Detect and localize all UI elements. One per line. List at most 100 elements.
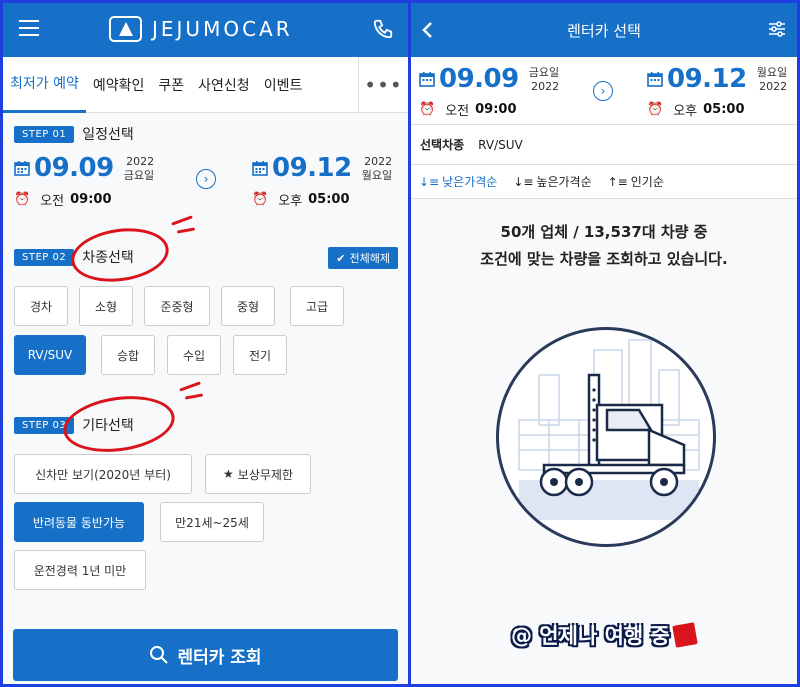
search-icon <box>150 646 169 664</box>
results-header: 렌터카 선택 <box>411 3 797 57</box>
results-end-ampm: 오후 <box>673 104 698 119</box>
start-date[interactable]: 09.09 2022 금요일 <box>14 153 154 183</box>
annotation-mark <box>179 381 201 392</box>
end-date-meta: 2022 월요일 <box>362 155 392 183</box>
car-type-electric[interactable]: 전기 <box>233 335 287 375</box>
selected-car-type-row: 선택차종 RV/SUV <box>411 125 797 165</box>
car-type-van[interactable]: 승합 <box>101 335 155 375</box>
selected-car-type-label: 선택차종 <box>420 138 465 152</box>
chevron-right-icon: › <box>593 81 613 101</box>
results-start-time-value: 09:00 <box>475 102 517 117</box>
annotation-mark <box>171 215 193 226</box>
start-date-meta: 2022 금요일 <box>124 155 154 183</box>
deselect-all-label: 전체해제 <box>349 252 390 265</box>
option-unlimited-insurance-label: 보상무제한 <box>237 467 293 482</box>
back-arrow-icon[interactable] <box>421 20 435 40</box>
results-start-date-value: 09.09 <box>439 64 519 94</box>
car-type-rv-suv[interactable]: RV/SUV <box>14 335 86 375</box>
results-start-year: 2022 <box>531 80 560 93</box>
start-time[interactable]: ⏰ 오전 09:00 <box>14 190 112 209</box>
start-date-value: 09.09 <box>34 153 114 183</box>
tab-coupon[interactable]: 쿠폰 <box>151 57 191 113</box>
search-rental-label: 렌터카 조회 <box>177 647 262 668</box>
check-icon: ✔ <box>336 251 346 265</box>
results-end-time-value: 05:00 <box>703 102 745 117</box>
results-panel: 렌터카 선택 09.09 금요일 2022 ⏰ 오전 09:00 › 09.12… <box>411 3 797 684</box>
results-end-date[interactable]: 09.12 월요일 2022 <box>647 64 787 94</box>
end-time-value: 05:00 <box>308 192 350 207</box>
loading-line-2: 조건에 맞는 차량을 조회하고 있습니다. <box>480 250 728 268</box>
option-new-cars-only[interactable]: 신차만 보기(2020년 부터) <box>14 454 192 494</box>
sort-popularity-icon: ↑≡ <box>607 174 628 189</box>
results-start-time[interactable]: ⏰ 오전 09:00 <box>419 100 517 119</box>
star-icon: ★ <box>223 467 234 481</box>
results-title: 렌터카 선택 <box>567 21 641 40</box>
annotation-mark <box>184 393 204 400</box>
annotation-circle <box>59 389 179 459</box>
tab-event[interactable]: 이벤트 <box>257 57 310 113</box>
car-type-semi-midsize[interactable]: 준중형 <box>144 286 210 326</box>
calendar-icon <box>647 72 663 87</box>
results-start-ampm: 오전 <box>445 104 470 119</box>
start-ampm: 오전 <box>40 194 65 209</box>
results-start-weekday: 금요일 <box>528 66 560 79</box>
filter-sliders-icon[interactable] <box>767 20 787 38</box>
calendar-icon <box>252 161 268 176</box>
car-type-midsize[interactable]: 중형 <box>221 286 275 326</box>
end-weekday: 월요일 <box>361 169 393 182</box>
sort-ascending-icon: ↓≡ <box>419 174 440 189</box>
end-ampm: 오후 <box>278 194 303 209</box>
car-type-luxury[interactable]: 고급 <box>290 286 344 326</box>
logo-mark-icon <box>109 16 142 42</box>
more-tabs-button[interactable]: ••• <box>358 57 408 113</box>
car-type-import[interactable]: 수입 <box>167 335 221 375</box>
option-driving-under-1yr[interactable]: 운전경력 1년 미만 <box>14 550 146 590</box>
sort-low-price[interactable]: ↓≡ 낮은가격순 <box>419 173 497 190</box>
end-time[interactable]: ⏰ 오후 05:00 <box>252 190 350 209</box>
results-end-time[interactable]: ⏰ 오후 05:00 <box>647 100 745 119</box>
end-year: 2022 <box>364 155 393 168</box>
results-end-weekday: 월요일 <box>756 66 788 79</box>
phone-icon[interactable] <box>372 18 394 40</box>
results-end-meta: 월요일 2022 <box>757 66 787 94</box>
brand-name: JEJUMOCAR <box>152 17 293 41</box>
sort-low-price-label: 낮은가격순 <box>442 175 498 189</box>
option-unlimited-insurance[interactable]: ★ 보상무제한 <box>205 454 311 494</box>
chevron-right-icon: › <box>196 169 216 189</box>
watermark-stamp-icon <box>672 622 698 648</box>
car-type-compact[interactable]: 경차 <box>14 286 68 326</box>
watermark: @ 언제나 여행 중 <box>511 620 698 650</box>
sort-high-price-label: 높은가격순 <box>536 175 592 189</box>
option-pet-friendly[interactable]: 반려동물 동반가능 <box>14 502 144 542</box>
results-dates: 09.09 금요일 2022 ⏰ 오전 09:00 › 09.12 월요일 20… <box>411 57 797 125</box>
alarm-clock-icon: ⏰ <box>647 102 664 117</box>
step1-title: 일정선택 <box>82 127 134 143</box>
search-rental-button[interactable]: 렌터카 조회 <box>13 629 398 681</box>
tab-story[interactable]: 사연신청 <box>191 57 257 113</box>
sort-popularity-label: 인기순 <box>630 175 664 189</box>
end-date[interactable]: 09.12 2022 월요일 <box>252 153 392 183</box>
option-age-21-25[interactable]: 만21세~25세 <box>160 502 264 542</box>
menu-icon[interactable] <box>19 20 39 36</box>
car-type-small[interactable]: 소형 <box>79 286 133 326</box>
start-weekday: 금요일 <box>123 169 155 182</box>
sort-high-price[interactable]: ↓≡ 높은가격순 <box>513 173 591 190</box>
deselect-all-button[interactable]: ✔ 전체해제 <box>328 247 398 269</box>
truck-illustration <box>496 327 716 547</box>
truck-icon <box>518 339 700 520</box>
alarm-clock-icon: ⏰ <box>419 102 436 117</box>
sort-popularity[interactable]: ↑≡ 인기순 <box>608 173 664 190</box>
alarm-clock-icon: ⏰ <box>14 192 31 207</box>
results-start-date[interactable]: 09.09 금요일 2022 <box>419 64 559 94</box>
selected-car-type-value: RV/SUV <box>478 137 523 152</box>
brand-logo[interactable]: JEJUMOCAR <box>109 16 293 42</box>
alarm-clock-icon: ⏰ <box>252 192 269 207</box>
step1-header: STEP 01 일정선택 <box>14 124 134 144</box>
watermark-text: @ 언제나 여행 중 <box>511 624 670 648</box>
end-date-value: 09.12 <box>272 153 352 183</box>
tab-lowest-booking[interactable]: 최저가 예약 <box>3 57 86 113</box>
main-tabs: 최저가 예약 예약확인 쿠폰 사연신청 이벤트 ••• <box>3 57 408 113</box>
results-end-date-value: 09.12 <box>667 64 747 94</box>
annotation-circle <box>67 222 173 288</box>
tab-booking-check[interactable]: 예약확인 <box>86 57 152 113</box>
